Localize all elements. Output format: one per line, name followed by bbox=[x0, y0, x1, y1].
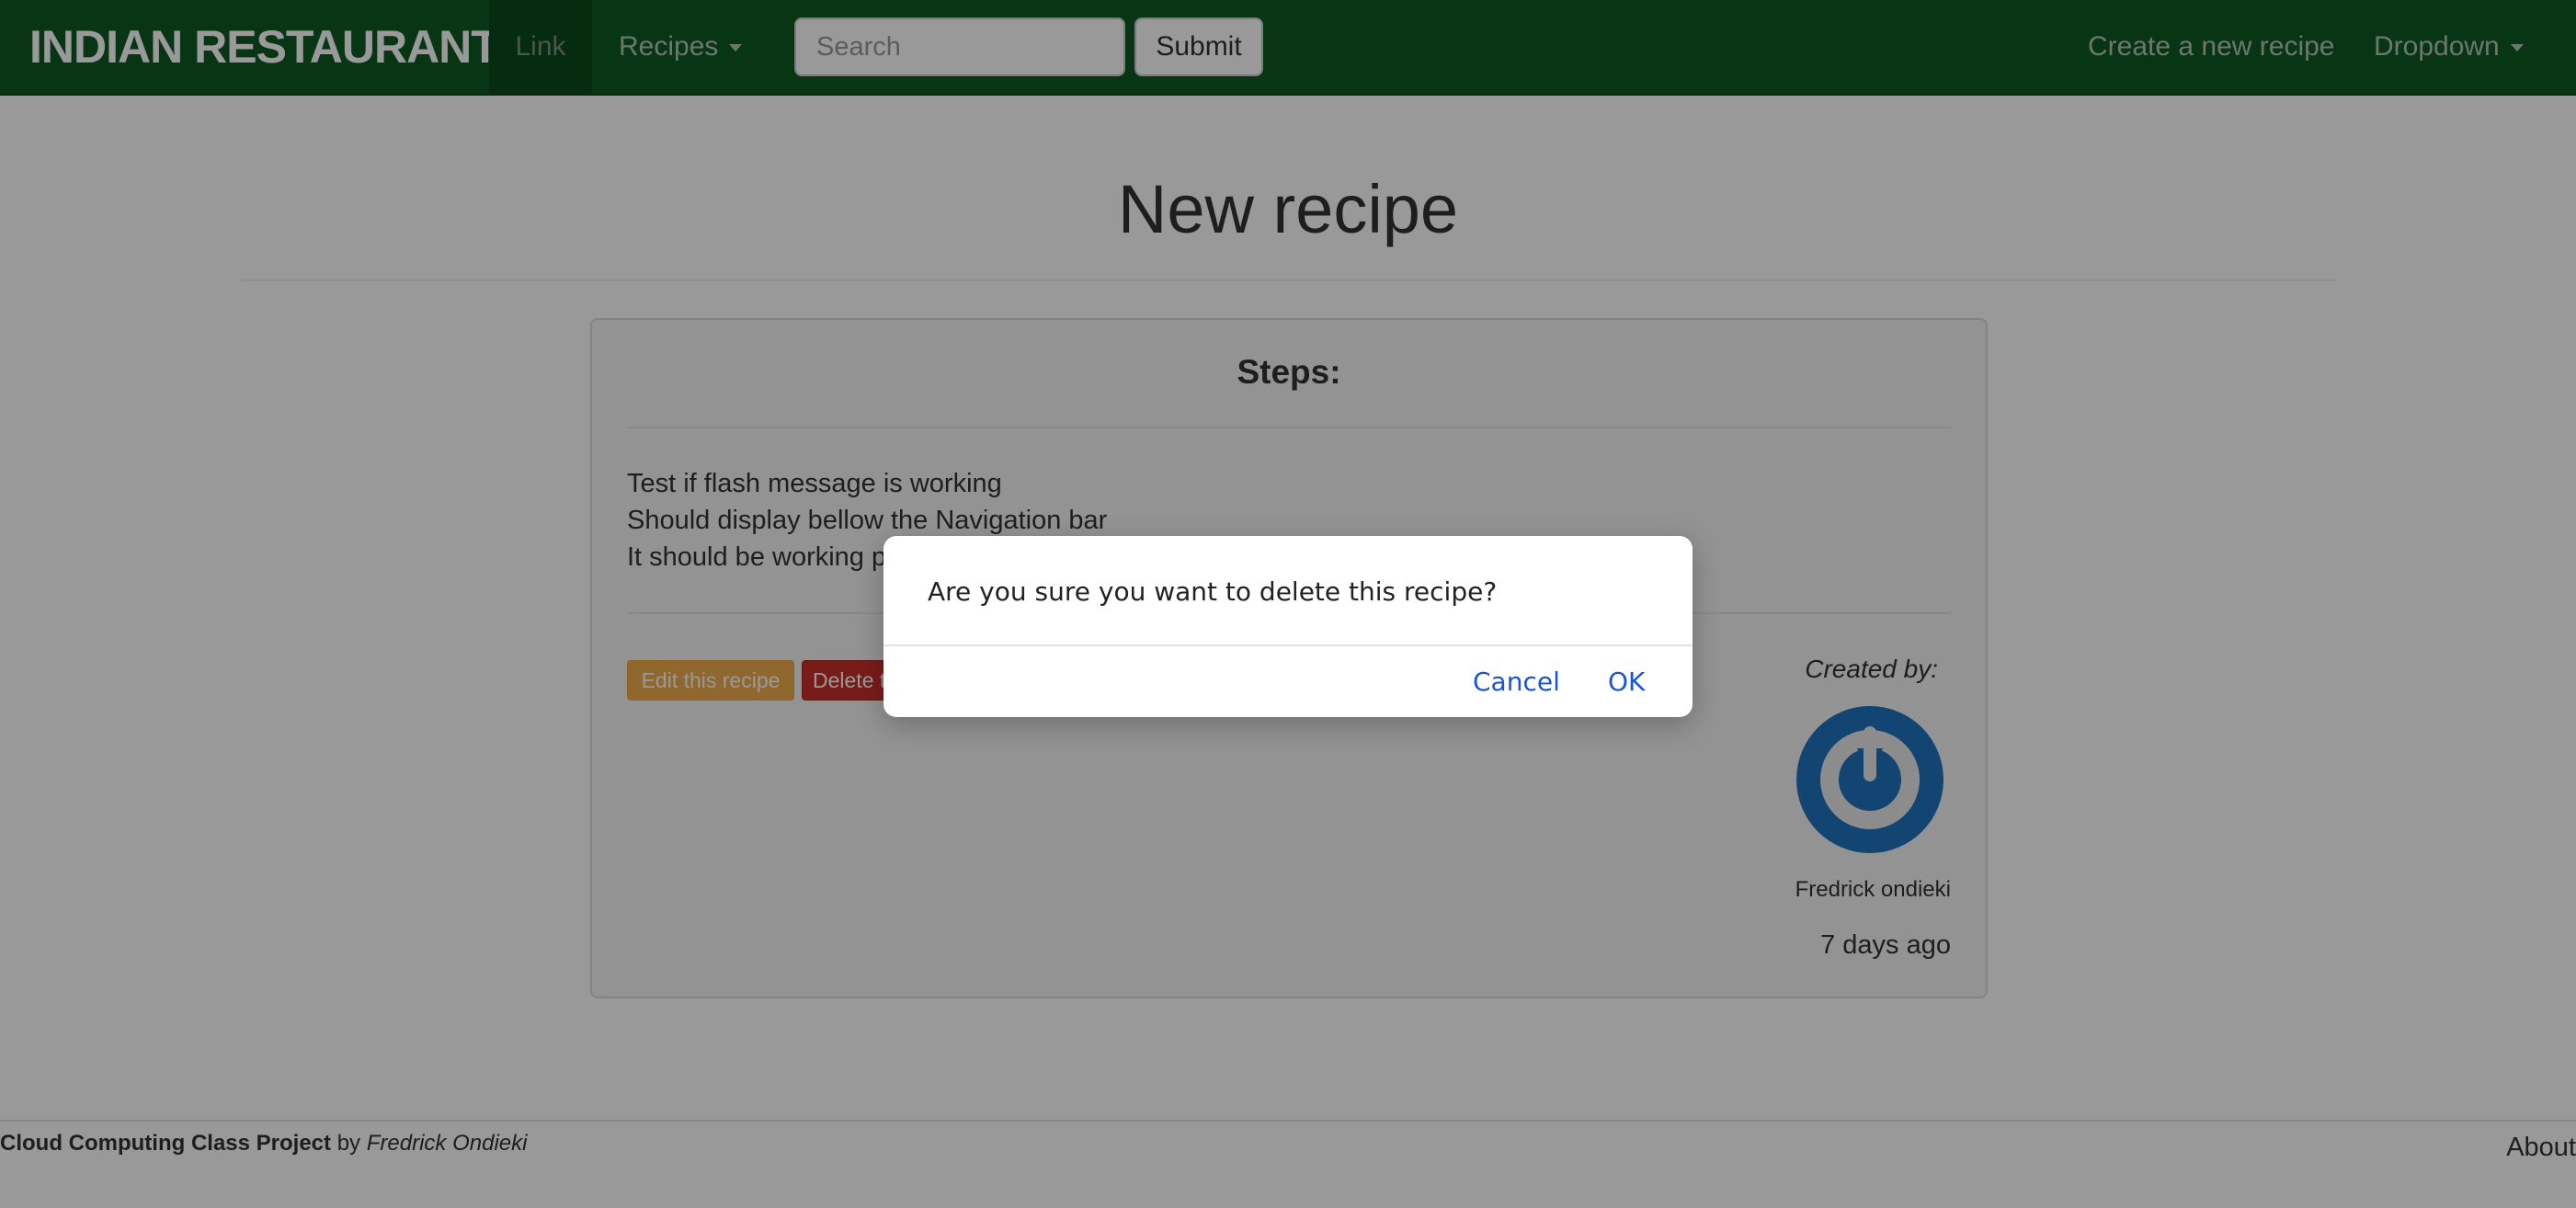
ok-button[interactable]: OK bbox=[1608, 667, 1645, 697]
cancel-button[interactable]: Cancel bbox=[1473, 667, 1560, 697]
dialog-message: Are you sure you want to delete this rec… bbox=[928, 576, 1498, 607]
confirm-dialog: Are you sure you want to delete this rec… bbox=[883, 536, 1693, 717]
divider bbox=[883, 644, 1693, 646]
